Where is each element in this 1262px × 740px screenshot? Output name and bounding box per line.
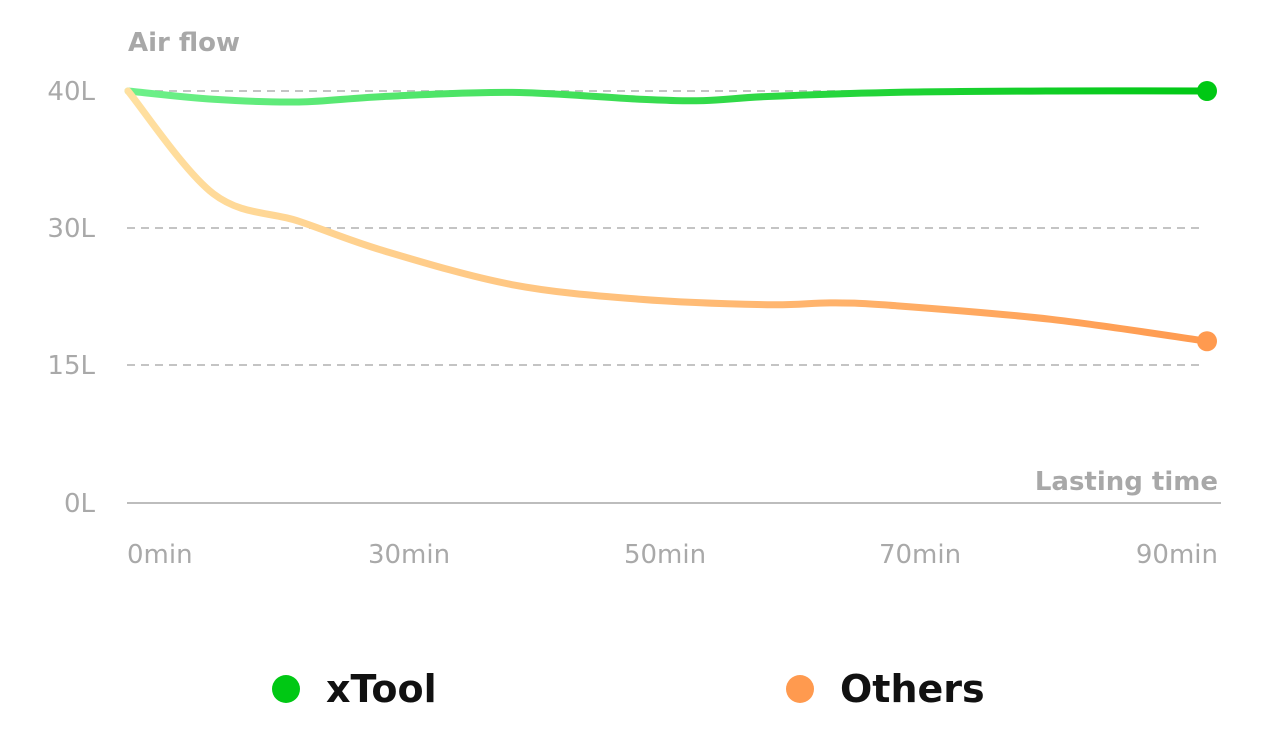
legend-item-xtool: xTool: [272, 664, 437, 714]
x-axis-title: Lasting time: [1035, 467, 1218, 497]
x-tick-label: 70min: [879, 540, 961, 570]
series-end-point-xtool: [1197, 81, 1217, 101]
series-line-xtool: [124, 87, 1211, 106]
legend-label-xtool: xTool: [326, 667, 437, 711]
x-tick-label: 0min: [127, 540, 193, 570]
y-tick-label: 40L: [47, 77, 95, 107]
legend-label-others: Others: [840, 667, 985, 711]
y-tick-label: 15L: [47, 351, 95, 381]
series-end-point-others: [1197, 331, 1217, 352]
x-tick-label: 90min: [1136, 540, 1218, 570]
series-line-others: [124, 87, 1211, 345]
air-flow-chart: Air flow 40L 30L 15L 0L Lasting time 0min 30…: [47, 28, 1221, 570]
y-tick-label: 0L: [64, 489, 96, 519]
y-tick-label: 30L: [47, 214, 95, 244]
legend-marker-xtool: [272, 675, 300, 703]
legend-item-others: Others: [786, 664, 985, 714]
x-tick-label: 50min: [624, 540, 706, 570]
x-tick-label: 30min: [368, 540, 450, 570]
legend-marker-others: [786, 675, 814, 703]
y-axis-title: Air flow: [128, 28, 240, 58]
